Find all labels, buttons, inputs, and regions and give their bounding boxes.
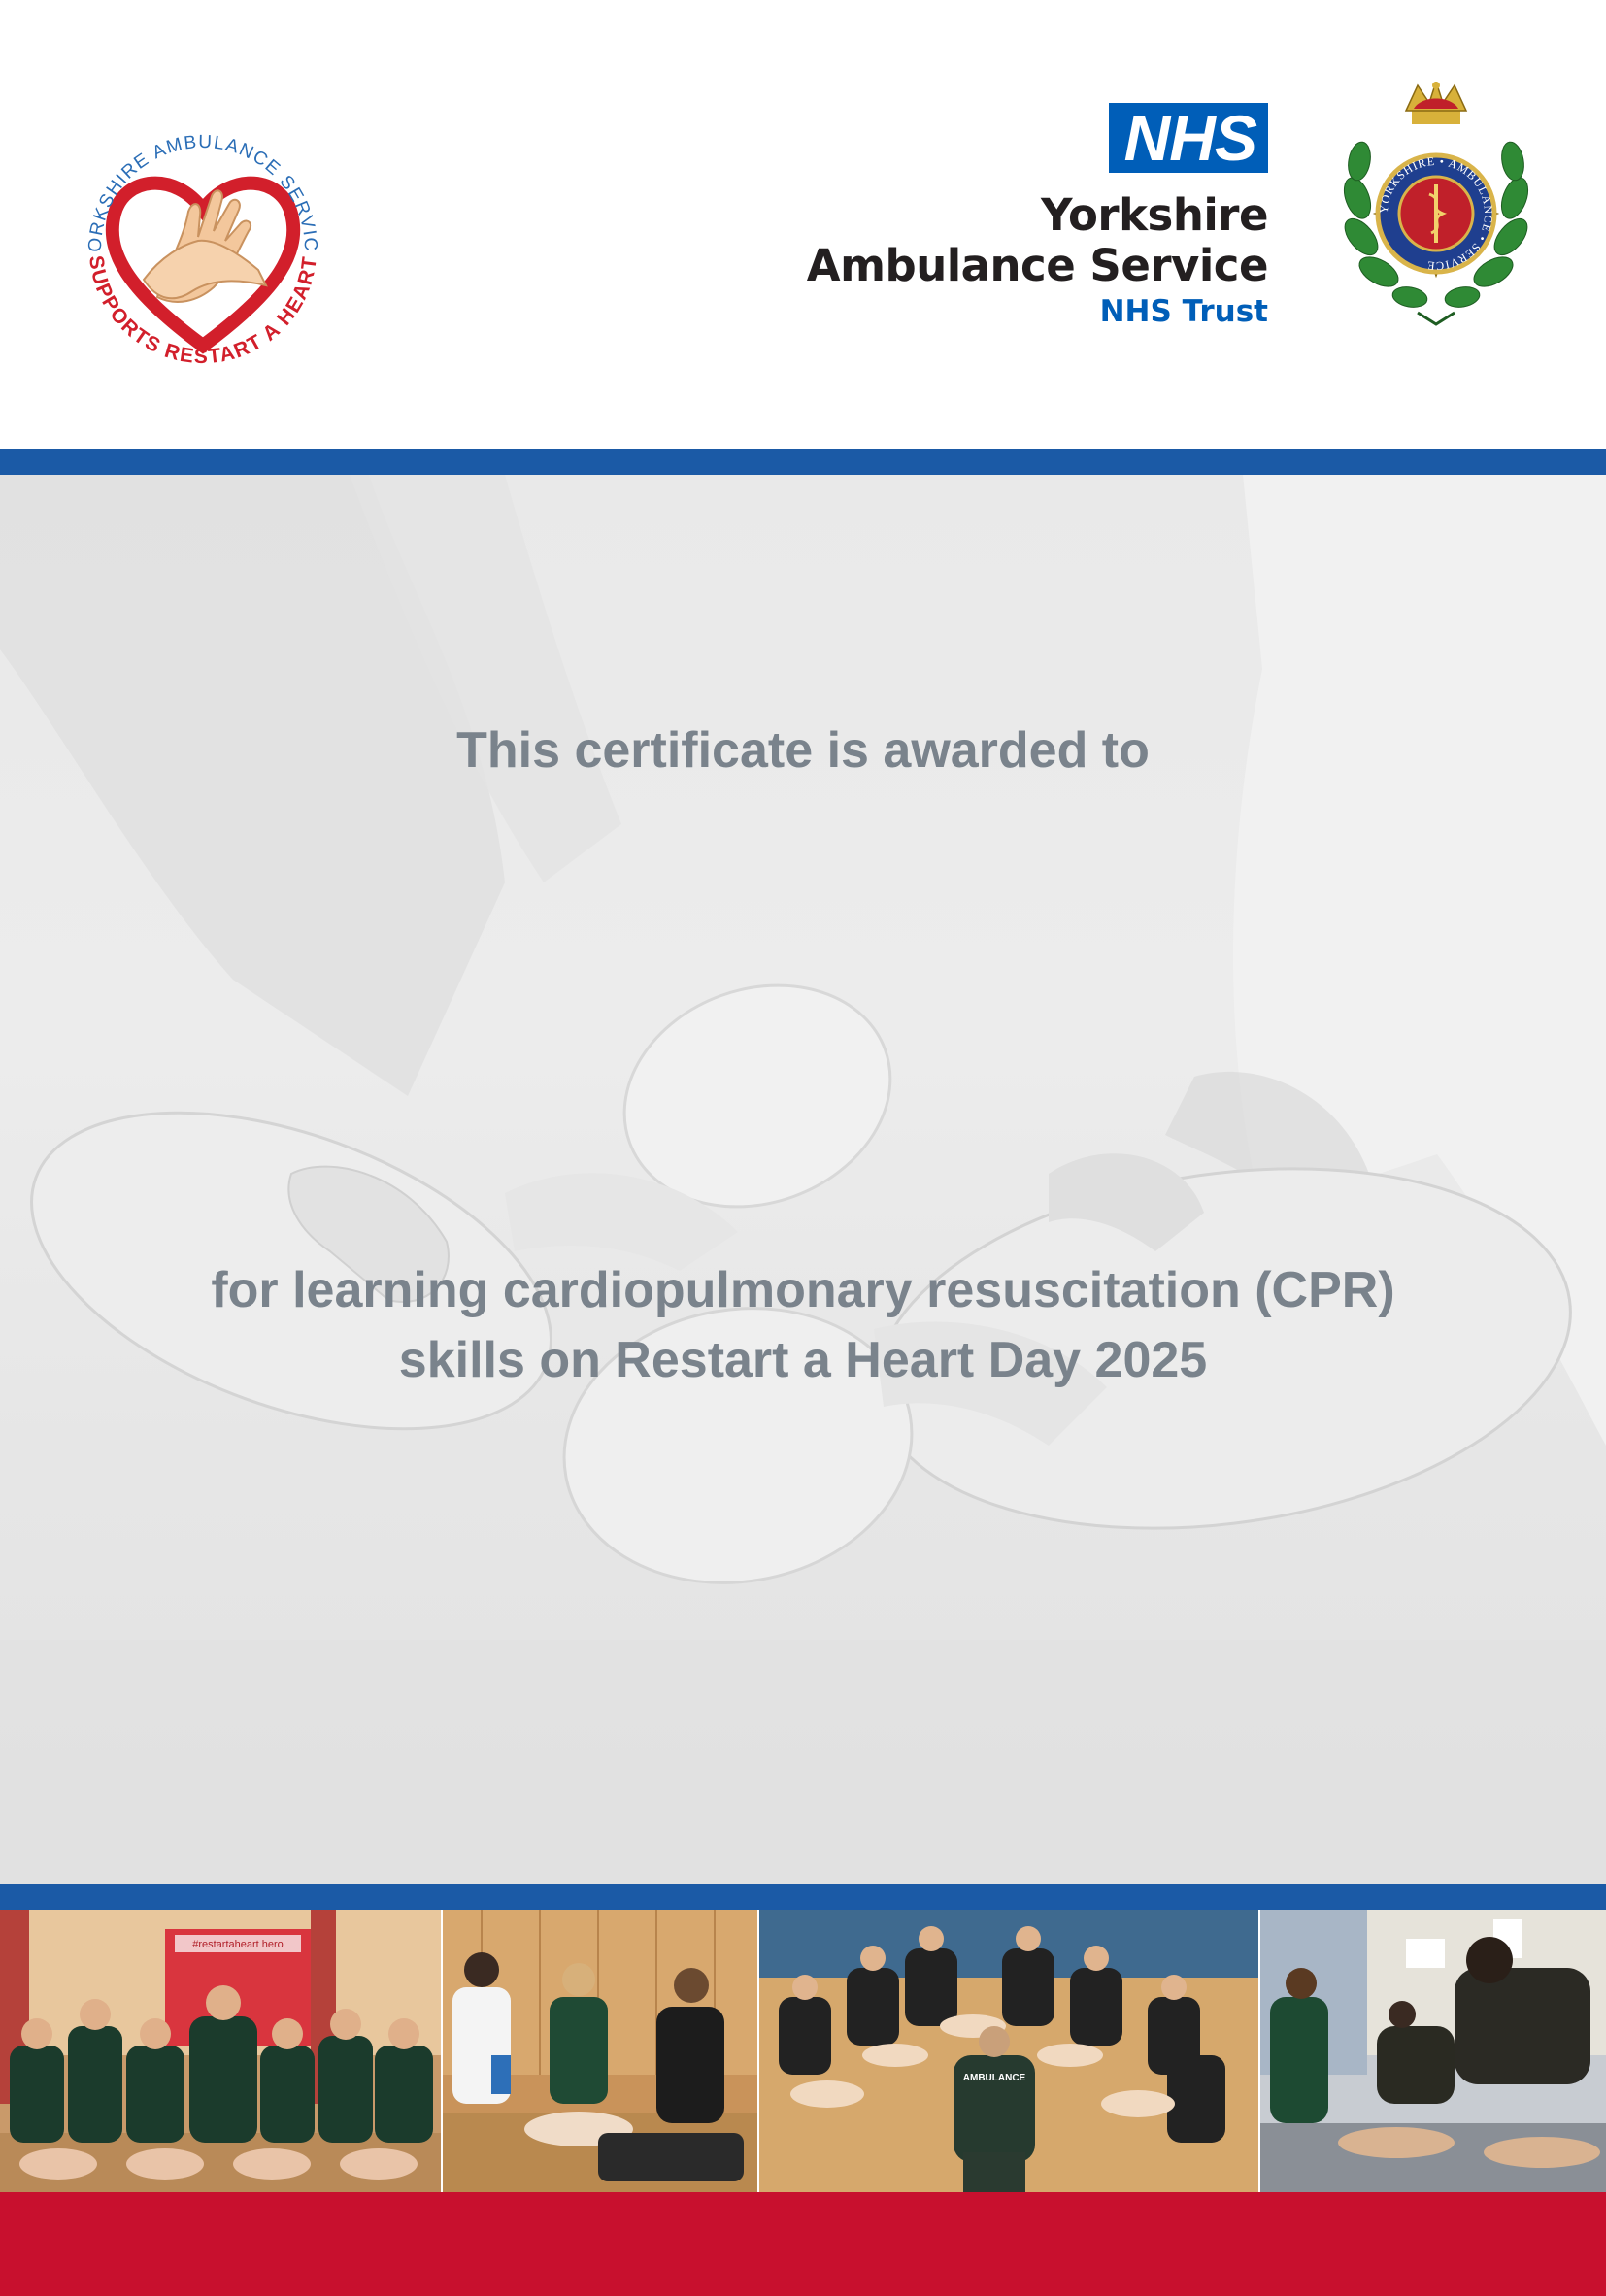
top-blue-band	[0, 449, 1606, 475]
cpr-manikin-background-image	[0, 475, 1606, 1884]
org-name-line-2: Ambulance Service	[806, 240, 1269, 291]
photo-strip: #restartaheart hero AMBULANCE	[0, 1910, 1606, 2192]
bottom-blue-band	[0, 1884, 1606, 1910]
photo-banner-text: #restartaheart hero	[192, 1939, 284, 1950]
footer-red-band	[0, 2192, 1606, 2296]
team-photo: #restartaheart hero	[0, 1910, 441, 2192]
nhs-trust-identity: NHS Yorkshire Ambulance Service NHS Trus…	[686, 103, 1269, 336]
ambulance-service-crest: YORKSHIRE • AMBULANCE • SERVICE	[1336, 79, 1536, 342]
certificate-reason-line-1: for learning cardiopulmonary resuscitati…	[211, 1262, 1395, 1318]
ambulance-crest-icon: YORKSHIRE • AMBULANCE • SERVICE	[1343, 79, 1529, 326]
certificate-reason-line-2: skills on Restart a Heart Day 2025	[398, 1332, 1208, 1388]
certificate-header: YORKSHIRE AMBULANCE SERVICE SUPPORTS RES…	[0, 0, 1606, 449]
restart-a-heart-logo: YORKSHIRE AMBULANCE SERVICE SUPPORTS RES…	[61, 99, 338, 384]
trust-label: NHS Trust	[1099, 294, 1268, 329]
office-cpr-photo	[1260, 1910, 1606, 2192]
nhs-badge: NHS	[1108, 103, 1268, 173]
heart-hands-icon: YORKSHIRE AMBULANCE SERVICE SUPPORTS RES…	[61, 99, 320, 368]
certificate-awarded-to-heading: This certificate is awarded to	[456, 722, 1150, 779]
school-cpr-photo	[443, 1910, 757, 2192]
photo-vest-text: AMBULANCE	[963, 2073, 1026, 2083]
crown-icon	[1404, 79, 1468, 124]
certificate-body: This certificate is awarded to for learn…	[0, 475, 1606, 1884]
circle-training-photo: AMBULANCE	[759, 1910, 1258, 2192]
org-name-line-1: Yorkshire	[1041, 189, 1268, 241]
